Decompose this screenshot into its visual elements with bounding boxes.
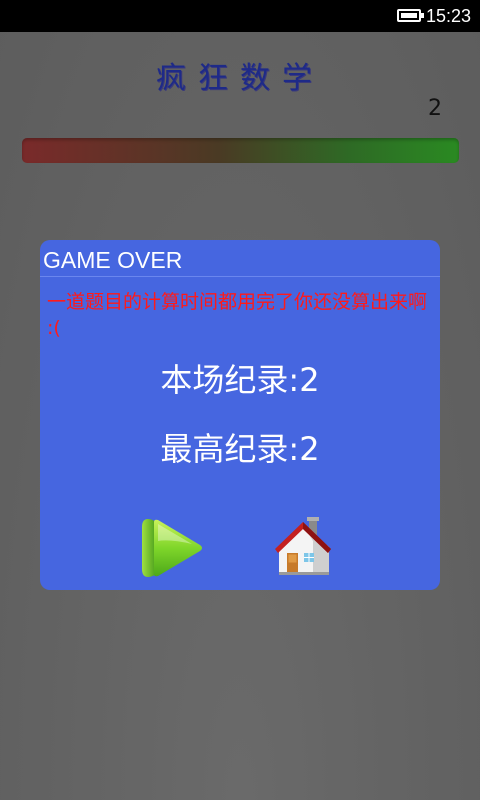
dialog-divider	[40, 276, 440, 277]
best-record: 最高纪录:2	[160, 430, 320, 468]
home-button[interactable]	[273, 517, 333, 575]
play-icon	[142, 519, 202, 577]
play-again-button[interactable]	[140, 515, 206, 581]
app-title: 疯狂数学	[156, 61, 324, 96]
home-icon	[275, 517, 331, 575]
dialog-message: 一道题目的计算时间都用完了你还没算出来啊 :(	[47, 291, 428, 339]
battery-icon	[397, 9, 424, 22]
clock: 15:23	[426, 6, 472, 26]
current-record: 本场纪录:2	[160, 361, 320, 399]
timer-bar	[22, 138, 459, 163]
score: 2	[428, 96, 442, 121]
game-over-dialog: GAME OVER 一道题目的计算时间都用完了你还没算出来啊 :( 本场纪录:2…	[40, 240, 440, 590]
status-bar: 15:23	[0, 0, 480, 32]
dialog-title: GAME OVER	[43, 247, 183, 273]
